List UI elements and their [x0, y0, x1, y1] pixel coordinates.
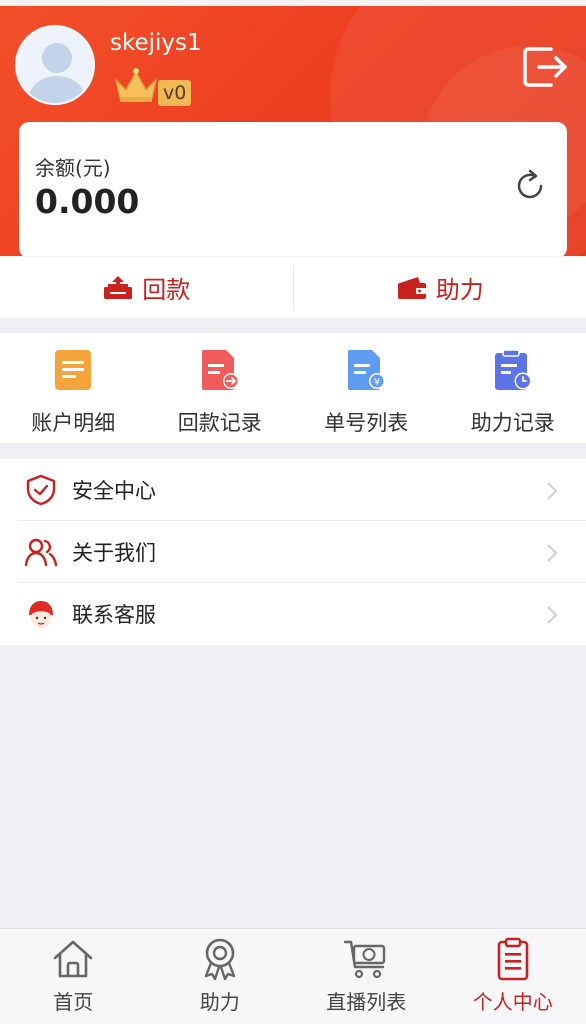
tab-profile[interactable]: 个人中心: [440, 929, 586, 1024]
menu-item-customer-service[interactable]: 联系客服: [0, 583, 586, 645]
wallet-icon: [397, 276, 426, 299]
support-button[interactable]: 助力: [294, 257, 586, 318]
tab-support[interactable]: 助力: [147, 929, 294, 1024]
balance-label: 余额(元): [35, 156, 111, 180]
chevron-right-icon: [547, 544, 558, 562]
avatar[interactable]: [15, 25, 95, 105]
order-list-icon: ¥: [348, 350, 386, 390]
support-label: 助力: [435, 276, 484, 304]
medal-icon: [204, 938, 235, 981]
quick-link-repayment-record[interactable]: 回款记录: [147, 333, 294, 443]
tab-label: 直播列表: [326, 990, 407, 1014]
quick-link-label: 助力记录: [470, 411, 555, 435]
logout-icon[interactable]: [521, 44, 571, 90]
support-record-icon: [494, 349, 532, 390]
cart-icon: [344, 940, 386, 979]
chevron-right-icon: [547, 606, 558, 624]
quick-link-label: 回款记录: [177, 411, 262, 435]
quick-links-grid: 账户明细 回款记录 ¥ 单号列表 助力记录: [0, 333, 586, 443]
menu-item-label: 关于我们: [72, 541, 156, 565]
quick-link-order-list[interactable]: ¥ 单号列表: [293, 333, 440, 443]
menu-item-security-center[interactable]: 安全中心: [0, 459, 586, 521]
svg-text:¥: ¥: [374, 377, 380, 388]
tab-label: 个人中心: [472, 990, 553, 1014]
action-row: 回款 助力: [0, 256, 586, 318]
clipboard-icon: [497, 937, 529, 981]
crown-icon: [114, 68, 158, 102]
repayment-record-icon: [201, 350, 239, 390]
tab-label: 助力: [199, 990, 240, 1014]
users-icon: [24, 538, 58, 567]
bottom-tab-bar: 首页 助力 直播列表 个人中心: [0, 928, 586, 1024]
quick-link-account-detail[interactable]: 账户明细: [0, 333, 147, 443]
tab-live-list[interactable]: 直播列表: [293, 929, 440, 1024]
quick-link-label: 账户明细: [31, 411, 116, 435]
menu-item-label: 联系客服: [72, 603, 156, 627]
chevron-right-icon: [547, 482, 558, 500]
refresh-icon[interactable]: [512, 168, 548, 204]
repayment-label: 回款: [142, 276, 191, 304]
tab-home[interactable]: 首页: [0, 929, 147, 1024]
balance-card: 余额(元) 0.000: [19, 122, 567, 258]
menu-item-label: 安全中心: [72, 479, 156, 503]
quick-link-support-record[interactable]: 助力记录: [440, 333, 586, 443]
avatar-icon: [27, 43, 87, 103]
repayment-button[interactable]: 回款: [0, 257, 293, 318]
tab-label: 首页: [53, 990, 94, 1014]
username: skejiys1: [110, 30, 202, 56]
settings-menu: 安全中心 关于我们 联系客服: [0, 459, 586, 645]
home-icon: [53, 940, 93, 978]
customer-service-icon: [29, 601, 53, 628]
vip-level-badge: v0: [158, 80, 192, 106]
menu-item-about-us[interactable]: 关于我们: [0, 521, 586, 583]
balance-value: 0.000: [35, 182, 140, 221]
repayment-icon: [104, 275, 133, 299]
shield-icon: [26, 474, 56, 506]
quick-link-label: 单号列表: [324, 411, 409, 435]
account-detail-icon: [55, 350, 92, 390]
